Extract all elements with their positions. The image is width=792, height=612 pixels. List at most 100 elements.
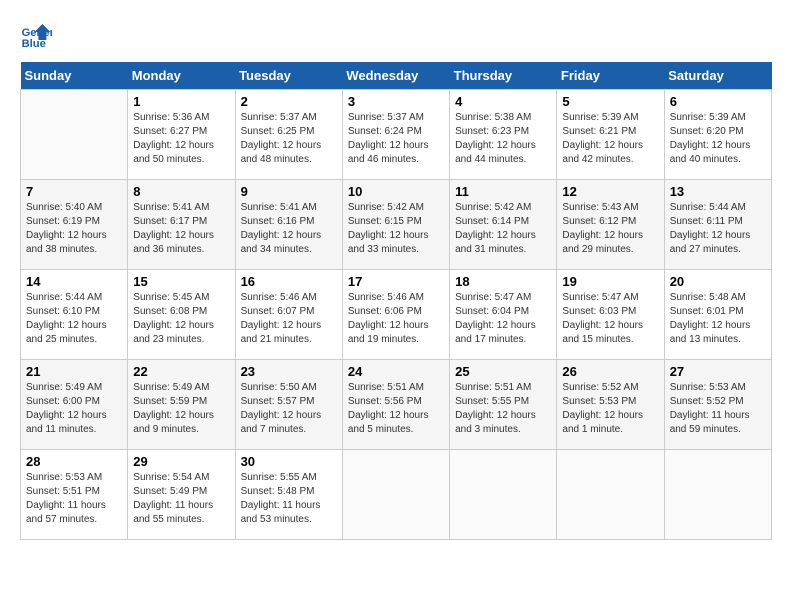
calendar-cell xyxy=(664,450,771,540)
days-header-row: SundayMondayTuesdayWednesdayThursdayFrid… xyxy=(21,62,772,90)
logo: General Blue xyxy=(20,20,56,52)
day-info: Sunrise: 5:40 AM Sunset: 6:19 PM Dayligh… xyxy=(26,201,122,257)
day-of-week-header: Saturday xyxy=(664,62,771,90)
day-number: 14 xyxy=(26,274,122,289)
day-info: Sunrise: 5:53 AM Sunset: 5:52 PM Dayligh… xyxy=(670,381,766,437)
calendar-cell: 9 Sunrise: 5:41 AM Sunset: 6:16 PM Daylig… xyxy=(235,180,342,270)
day-number: 13 xyxy=(670,184,766,199)
calendar-cell: 26 Sunrise: 5:52 AM Sunset: 5:53 PM Dayli… xyxy=(557,360,664,450)
day-of-week-header: Tuesday xyxy=(235,62,342,90)
day-info: Sunrise: 5:45 AM Sunset: 6:08 PM Dayligh… xyxy=(133,291,229,347)
day-of-week-header: Monday xyxy=(128,62,235,90)
day-info: Sunrise: 5:48 AM Sunset: 6:01 PM Dayligh… xyxy=(670,291,766,347)
calendar-cell: 3 Sunrise: 5:37 AM Sunset: 6:24 PM Daylig… xyxy=(342,90,449,180)
calendar-cell: 1 Sunrise: 5:36 AM Sunset: 6:27 PM Daylig… xyxy=(128,90,235,180)
svg-text:General: General xyxy=(22,27,52,39)
calendar-cell: 8 Sunrise: 5:41 AM Sunset: 6:17 PM Daylig… xyxy=(128,180,235,270)
day-info: Sunrise: 5:41 AM Sunset: 6:17 PM Dayligh… xyxy=(133,201,229,257)
calendar-cell: 27 Sunrise: 5:53 AM Sunset: 5:52 PM Dayli… xyxy=(664,360,771,450)
day-number: 15 xyxy=(133,274,229,289)
calendar-week-row: 28Sunrise: 5:53 AM Sunset: 5:51 PM Dayli… xyxy=(21,450,772,540)
day-number: 6 xyxy=(670,94,766,109)
day-number: 25 xyxy=(455,364,551,379)
day-number: 19 xyxy=(562,274,658,289)
day-number: 29 xyxy=(133,454,229,469)
day-of-week-header: Wednesday xyxy=(342,62,449,90)
day-number: 23 xyxy=(241,364,337,379)
calendar-cell: 5 Sunrise: 5:39 AM Sunset: 6:21 PM Daylig… xyxy=(557,90,664,180)
day-number: 12 xyxy=(562,184,658,199)
calendar-cell: 14 Sunrise: 5:44 AM Sunset: 6:10 PM Dayli… xyxy=(21,270,128,360)
day-number: 8 xyxy=(133,184,229,199)
calendar-cell: 23 Sunrise: 5:50 AM Sunset: 5:57 PM Dayli… xyxy=(235,360,342,450)
day-number: 21 xyxy=(26,364,122,379)
day-number: 17 xyxy=(348,274,444,289)
day-number: 1 xyxy=(133,94,229,109)
page-header: General Blue xyxy=(20,20,772,52)
day-number: 2 xyxy=(241,94,337,109)
day-info: Sunrise: 5:39 AM Sunset: 6:20 PM Dayligh… xyxy=(670,111,766,167)
day-number: 16 xyxy=(241,274,337,289)
calendar-cell: 25 Sunrise: 5:51 AM Sunset: 5:55 PM Dayli… xyxy=(450,360,557,450)
day-number: 27 xyxy=(670,364,766,379)
calendar-cell: 6 Sunrise: 5:39 AM Sunset: 6:20 PM Daylig… xyxy=(664,90,771,180)
day-info: Sunrise: 5:39 AM Sunset: 6:21 PM Dayligh… xyxy=(562,111,658,167)
calendar-cell: 29 Sunrise: 5:54 AM Sunset: 5:49 PM Dayli… xyxy=(128,450,235,540)
day-number: 26 xyxy=(562,364,658,379)
day-of-week-header: Thursday xyxy=(450,62,557,90)
day-info: Sunrise: 5:38 AM Sunset: 6:23 PM Dayligh… xyxy=(455,111,551,167)
day-info: Sunrise: 5:49 AM Sunset: 5:59 PM Dayligh… xyxy=(133,381,229,437)
day-info: Sunrise: 5:47 AM Sunset: 6:03 PM Dayligh… xyxy=(562,291,658,347)
calendar-cell: 21Sunrise: 5:49 AM Sunset: 6:00 PM Dayli… xyxy=(21,360,128,450)
calendar-cell: 19 Sunrise: 5:47 AM Sunset: 6:03 PM Dayli… xyxy=(557,270,664,360)
calendar-week-row: 7 Sunrise: 5:40 AM Sunset: 6:19 PM Daylig… xyxy=(21,180,772,270)
calendar-cell xyxy=(342,450,449,540)
calendar-cell xyxy=(21,90,128,180)
calendar-cell: 7 Sunrise: 5:40 AM Sunset: 6:19 PM Daylig… xyxy=(21,180,128,270)
calendar-week-row: 21Sunrise: 5:49 AM Sunset: 6:00 PM Dayli… xyxy=(21,360,772,450)
day-number: 18 xyxy=(455,274,551,289)
day-number: 10 xyxy=(348,184,444,199)
logo-icon: General Blue xyxy=(20,20,52,52)
day-info: Sunrise: 5:51 AM Sunset: 5:56 PM Dayligh… xyxy=(348,381,444,437)
calendar-cell: 22 Sunrise: 5:49 AM Sunset: 5:59 PM Dayli… xyxy=(128,360,235,450)
day-info: Sunrise: 5:50 AM Sunset: 5:57 PM Dayligh… xyxy=(241,381,337,437)
day-info: Sunrise: 5:44 AM Sunset: 6:11 PM Dayligh… xyxy=(670,201,766,257)
calendar-cell: 17Sunrise: 5:46 AM Sunset: 6:06 PM Dayli… xyxy=(342,270,449,360)
day-number: 5 xyxy=(562,94,658,109)
day-number: 24 xyxy=(348,364,444,379)
day-info: Sunrise: 5:44 AM Sunset: 6:10 PM Dayligh… xyxy=(26,291,122,347)
calendar-cell: 12 Sunrise: 5:43 AM Sunset: 6:12 PM Dayli… xyxy=(557,180,664,270)
day-info: Sunrise: 5:43 AM Sunset: 6:12 PM Dayligh… xyxy=(562,201,658,257)
day-info: Sunrise: 5:54 AM Sunset: 5:49 PM Dayligh… xyxy=(133,471,229,527)
calendar-cell: 16 Sunrise: 5:46 AM Sunset: 6:07 PM Dayli… xyxy=(235,270,342,360)
day-of-week-header: Sunday xyxy=(21,62,128,90)
day-number: 3 xyxy=(348,94,444,109)
calendar-cell: 28Sunrise: 5:53 AM Sunset: 5:51 PM Dayli… xyxy=(21,450,128,540)
calendar-table: SundayMondayTuesdayWednesdayThursdayFrid… xyxy=(20,62,772,540)
day-number: 7 xyxy=(26,184,122,199)
day-info: Sunrise: 5:41 AM Sunset: 6:16 PM Dayligh… xyxy=(241,201,337,257)
day-info: Sunrise: 5:42 AM Sunset: 6:14 PM Dayligh… xyxy=(455,201,551,257)
day-info: Sunrise: 5:46 AM Sunset: 6:07 PM Dayligh… xyxy=(241,291,337,347)
day-number: 28 xyxy=(26,454,122,469)
day-number: 30 xyxy=(241,454,337,469)
calendar-week-row: 1 Sunrise: 5:36 AM Sunset: 6:27 PM Daylig… xyxy=(21,90,772,180)
day-info: Sunrise: 5:37 AM Sunset: 6:25 PM Dayligh… xyxy=(241,111,337,167)
calendar-cell: 4 Sunrise: 5:38 AM Sunset: 6:23 PM Daylig… xyxy=(450,90,557,180)
day-number: 22 xyxy=(133,364,229,379)
day-info: Sunrise: 5:51 AM Sunset: 5:55 PM Dayligh… xyxy=(455,381,551,437)
day-info: Sunrise: 5:55 AM Sunset: 5:48 PM Dayligh… xyxy=(241,471,337,527)
calendar-cell: 15 Sunrise: 5:45 AM Sunset: 6:08 PM Dayli… xyxy=(128,270,235,360)
calendar-cell xyxy=(557,450,664,540)
day-info: Sunrise: 5:42 AM Sunset: 6:15 PM Dayligh… xyxy=(348,201,444,257)
calendar-cell xyxy=(450,450,557,540)
calendar-week-row: 14 Sunrise: 5:44 AM Sunset: 6:10 PM Dayli… xyxy=(21,270,772,360)
day-number: 4 xyxy=(455,94,551,109)
day-info: Sunrise: 5:36 AM Sunset: 6:27 PM Dayligh… xyxy=(133,111,229,167)
day-number: 9 xyxy=(241,184,337,199)
calendar-cell: 11Sunrise: 5:42 AM Sunset: 6:14 PM Dayli… xyxy=(450,180,557,270)
day-info: Sunrise: 5:52 AM Sunset: 5:53 PM Dayligh… xyxy=(562,381,658,437)
calendar-cell: 18Sunrise: 5:47 AM Sunset: 6:04 PM Dayli… xyxy=(450,270,557,360)
day-info: Sunrise: 5:37 AM Sunset: 6:24 PM Dayligh… xyxy=(348,111,444,167)
